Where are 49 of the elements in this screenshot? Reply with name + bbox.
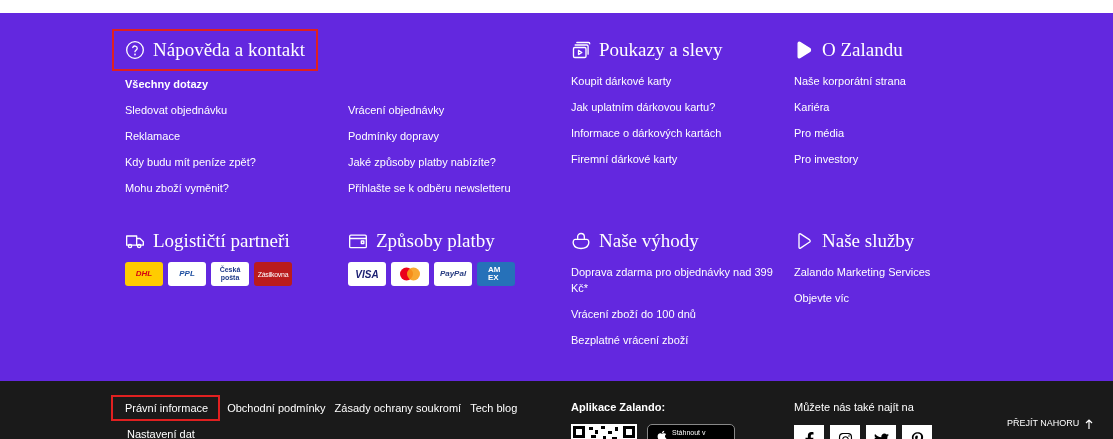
footer-link[interactable]: Jaké způsoby platby nabízíte? [348,149,571,175]
footer-link[interactable]: Reklamace [125,123,348,149]
footer-link[interactable]: Pro investory [794,146,1017,172]
legal-link[interactable]: Obchodní podmínky [225,395,328,421]
footer-link[interactable]: Kdy budu mít peníze zpět? [125,149,348,175]
footer-link[interactable]: Podmínky dopravy [348,123,571,149]
footer-link[interactable]: Objevte víc [794,285,1017,311]
footer-link[interactable]: Firemní dárkové karty [571,146,794,172]
question-circle-icon [125,40,145,60]
section-heading: Logističtí partneři [153,228,290,253]
logistics-logo: DHL [125,262,163,286]
section-heading: Poukazy a slevy [599,37,723,62]
section-heading: Způsoby platby [376,228,495,253]
mastercard-logo [391,262,429,286]
cards-icon [571,40,591,60]
payment-logo: VISA [348,262,386,286]
footer-link[interactable]: Zalando Marketing Services [794,259,1017,285]
footer-link[interactable]: Naše korporátní strana [794,68,1017,94]
apple-icon [656,429,668,439]
section-heading: Naše služby [822,228,915,253]
payment-logo: PayPal [434,262,472,286]
section-heading: Nápověda a kontakt [153,37,305,62]
legal-link[interactable]: Tech blog [468,395,520,421]
qr-code-icon [571,423,637,439]
section-heading: O Zalandu [822,37,903,62]
bag-icon [571,231,591,251]
footer-link[interactable]: Doprava zdarma pro objednávky nad 399 Kč* [571,259,782,301]
footer-link[interactable]: Sledovat objednávku [125,97,348,123]
footer-link[interactable]: Jak uplatním dárkovou kartu? [571,94,794,120]
footer-link[interactable]: Bezplatné vrácení zboží [571,327,782,353]
social-heading: Můžete nás také najít na [794,400,915,415]
legal-link[interactable]: Nastavení dat [125,421,197,439]
footer-link[interactable]: Vrácení zboží do 100 dnů [571,301,782,327]
footer-link[interactable]: Vrácení objednávky [348,97,571,123]
footer-link[interactable]: Všechny dotazy [125,71,348,97]
back-to-top-link[interactable]: PŘEJÍT NAHORU [1007,417,1094,431]
arrow-up-icon [1085,419,1094,429]
legal-link[interactable]: Zásady ochrany soukromí [332,395,464,421]
legal-link[interactable]: Právní informace [111,395,221,421]
footer-link[interactable]: Informace o dárkových kartách [571,120,794,146]
footer-link[interactable]: Přihlašte se k odběru newsletteru [348,175,571,201]
footer-link[interactable]: Koupit dárkové karty [571,68,794,94]
app-heading: Aplikace Zalando: [571,400,667,415]
payment-logo: AMEX [477,262,515,286]
footer-link[interactable]: Kariéra [794,94,1017,120]
footer-link[interactable]: Mohu zboží vyměnit? [125,175,348,201]
section-heading: Naše výhody [599,228,699,253]
logistics-logo: PPL [168,262,206,286]
footer-link[interactable]: Pro média [794,120,1017,146]
